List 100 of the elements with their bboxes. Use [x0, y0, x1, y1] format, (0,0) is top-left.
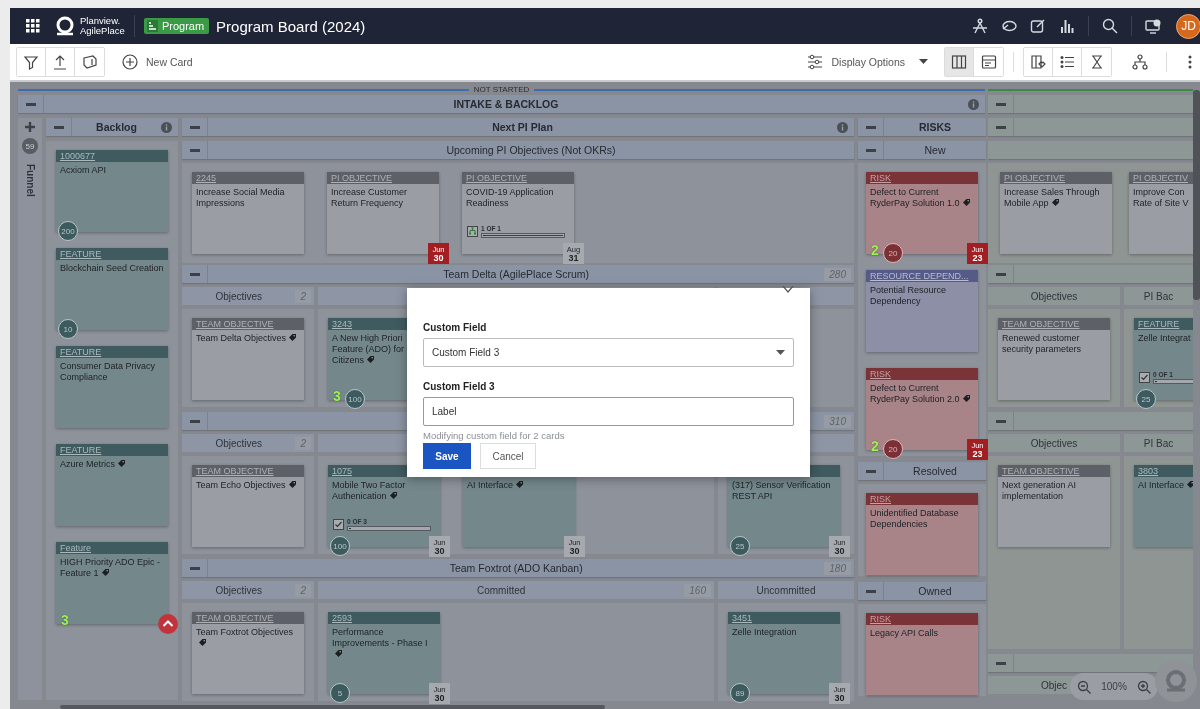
card-header-link[interactable]: RISK [866, 172, 978, 184]
card-header-link[interactable]: RISK [866, 368, 978, 380]
board-type-icon [146, 20, 158, 32]
collapsed-lane[interactable]: 59 Funnel [18, 118, 42, 700]
new-card-button[interactable]: New Card [122, 54, 193, 70]
size-badge: 200 [58, 221, 78, 241]
monitor-icon[interactable] [1145, 18, 1163, 34]
plus-circle-icon [122, 54, 138, 70]
board-card[interactable]: TEAM OBJECTIVE Team Echo Objectives [192, 465, 304, 547]
card-header-link[interactable]: PI OBJECTIVE [327, 172, 439, 184]
card-title: Team Delta Objectives [196, 333, 287, 343]
cancel-button[interactable]: Cancel [480, 443, 536, 469]
zoom-in-button[interactable] [1137, 679, 1151, 694]
card-header-link[interactable]: FEATURE [56, 346, 168, 358]
planning-button[interactable] [1024, 48, 1053, 76]
hierarchy-outline-icon[interactable] [1132, 54, 1148, 70]
board-card[interactable]: TEAM OBJECTIVE Next generation AI implementation [998, 465, 1110, 547]
card-header-link[interactable]: 1000677 [56, 150, 168, 162]
lane-title: Owned [918, 585, 952, 597]
search-icon[interactable] [1102, 18, 1118, 34]
info-icon[interactable] [161, 121, 172, 133]
board-card[interactable]: FEATURE Azure Metrics [56, 444, 168, 526]
card-header-link[interactable]: TEAM OBJECTIVE [192, 612, 304, 624]
brand-name-line: Planview. [80, 16, 122, 26]
board-card[interactable]: RESOURCE DEPEND... Potential Resource Dependency [866, 270, 978, 352]
column-title: PI Bac [1143, 437, 1174, 449]
size-badge: 5 [330, 683, 350, 703]
card-header-link[interactable]: FEATURE [56, 248, 168, 260]
card-layout-icon [980, 54, 997, 70]
size-badge: 10 [58, 319, 78, 339]
card-header-link[interactable]: TEAM OBJECTIVE [192, 465, 304, 477]
edit-icon[interactable] [1030, 18, 1046, 34]
logo-icon [54, 16, 76, 36]
hierarchy-icon [467, 226, 478, 237]
card-header-link[interactable]: FEATURE [1134, 318, 1193, 330]
card-title: Increase Sales Through Mobile App [1004, 187, 1100, 208]
card-header-link[interactable]: RESOURCE DEPEND... [866, 270, 978, 282]
board-card[interactable]: PI OBJECTIVE Increase Sales Through Mobile App [1000, 172, 1112, 254]
lane-title: Funnel [24, 164, 36, 197]
horizontal-scrollbar[interactable] [60, 705, 605, 709]
lane-title: Upcoming PI Objectives (Not OKRs) [446, 144, 616, 156]
card-header-link[interactable]: PI OBJECTIVE [1000, 172, 1112, 184]
board-card[interactable]: 3803 AI Interface [1134, 465, 1193, 547]
card-title: Next generation AI implementation [1002, 480, 1077, 501]
display-options-button[interactable]: Display Options [807, 54, 928, 70]
sliders-icon [807, 54, 824, 70]
card-header-link[interactable]: 2245 [192, 172, 304, 184]
app-menu-icon[interactable] [26, 19, 40, 33]
card-title: Team Echo Objectives [196, 480, 286, 490]
vertical-scrollbar[interactable] [1193, 90, 1200, 300]
card-title: Potential Resource Dependency [870, 285, 947, 306]
filter-button[interactable] [17, 48, 46, 76]
plus-icon[interactable] [25, 122, 35, 132]
card-header-link[interactable]: 3451 [728, 612, 840, 624]
board-card[interactable]: PI OBJECTIV Improve Con Rate of Site V [1129, 172, 1193, 254]
due-day: 30 [834, 693, 845, 703]
card-header-link[interactable]: TEAM OBJECTIVE [998, 318, 1110, 330]
custom-field-select[interactable]: Custom Field 3 [423, 338, 794, 367]
card-title: Defect to Current RyderPay Solution 2.0 [870, 383, 960, 404]
board-card[interactable]: FEATURE Consumer Data Privacy Compliance [56, 346, 168, 428]
board-card[interactable]: TEAM OBJECTIVE Renewed customer security parameters [998, 318, 1110, 400]
card-header-link[interactable]: RISK [866, 613, 978, 625]
user-avatar[interactable]: JD [1176, 13, 1200, 39]
board-card[interactable]: RISK Legacy API Calls [866, 613, 978, 695]
card-header-link[interactable]: FEATURE [56, 444, 168, 456]
board-view-button[interactable] [945, 48, 974, 76]
save-button[interactable]: Save [423, 443, 471, 469]
bar-chart-icon[interactable] [1059, 18, 1075, 34]
card-title: Increase Social Media Impressions [196, 187, 285, 208]
column-title: Objec [1040, 679, 1068, 691]
board-card[interactable]: RISK Unidentified Database Dependencies [866, 493, 978, 575]
card-header-link[interactable]: 3803 [1134, 465, 1193, 477]
card-header-link[interactable]: 2593 [328, 612, 440, 624]
card-header-link[interactable]: Feature [56, 542, 168, 554]
card-header-link[interactable]: PI OBJECTIV [1129, 172, 1193, 184]
caret-icon [776, 350, 785, 355]
card-header-link[interactable]: PI OBJECTIVE [462, 172, 574, 184]
card-title: Renewed customer security parameters [1002, 333, 1082, 354]
board-card[interactable]: TEAM OBJECTIVE Team Delta Objectives [192, 318, 304, 400]
more-options-icon[interactable] [1188, 55, 1192, 69]
card-title: Defect to Current RyderPay Solution 1.0 [870, 187, 960, 208]
value-input[interactable]: Label [423, 397, 794, 426]
board-card[interactable]: TEAM OBJECTIVE Team Foxtrot Objectives [192, 612, 304, 694]
column-title: Objectives [215, 584, 263, 596]
lane-title: Resolved [913, 465, 957, 477]
card-title: AI Interface [1138, 480, 1185, 490]
lane-title: Team Foxtrot (ADO Kanban) [449, 562, 583, 574]
card-title: COVID-19 Application Readiness [466, 187, 554, 208]
due-day: 31 [568, 253, 579, 263]
info-icon[interactable] [968, 98, 979, 110]
card-header-link[interactable]: TEAM OBJECTIVE [998, 465, 1110, 477]
board-card[interactable]: 2245 Increase Social Media Impressions [192, 172, 304, 254]
zoom-out-button[interactable] [1077, 679, 1091, 694]
card-header-link[interactable]: RISK [866, 493, 978, 505]
size-badge: 25 [730, 536, 750, 556]
card-header-link[interactable]: TEAM OBJECTIVE [192, 318, 304, 330]
size-badge: 20 [883, 243, 903, 263]
info-icon[interactable] [837, 121, 848, 133]
hint-text: Modifying custom field for 2 cards [423, 430, 566, 441]
columns-icon [951, 54, 967, 70]
